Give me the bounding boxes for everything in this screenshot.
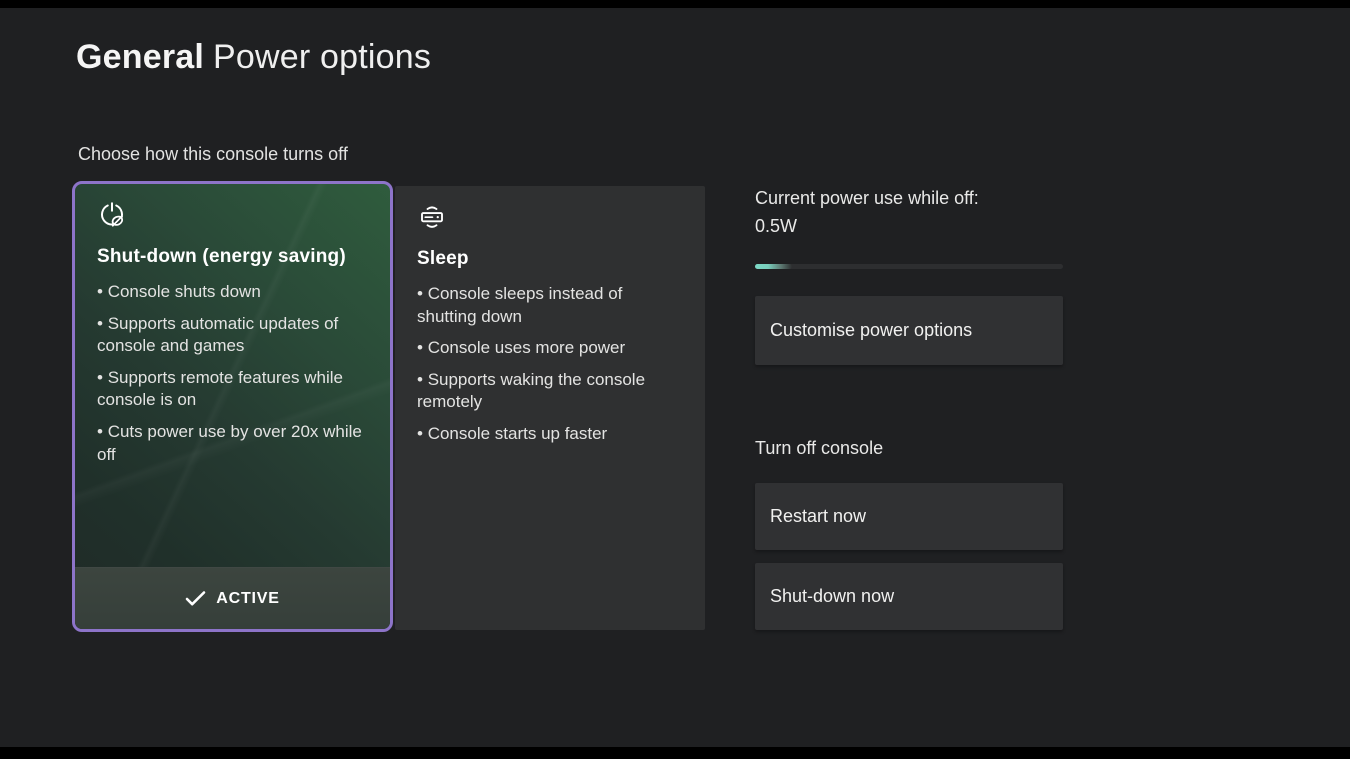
letterbox-top [0, 0, 1350, 8]
power-usage-meter [755, 264, 1063, 269]
shutdown-now-button[interactable]: Shut-down now [755, 563, 1063, 630]
card-sleep-content: Sleep Console sleeps instead of shutting… [395, 186, 705, 446]
card-shutdown-content: Shut-down (energy saving) Console shuts … [75, 184, 390, 466]
bullet-item: Console uses more power [417, 337, 683, 360]
page-title: GeneralPower options [76, 38, 431, 77]
power-usage-value: 0.5W [755, 212, 1063, 240]
restart-now-label: Restart now [770, 506, 866, 527]
active-badge-label: ACTIVE [216, 590, 279, 608]
active-badge: ACTIVE [75, 567, 390, 629]
check-icon [185, 590, 206, 607]
customise-power-options-label: Customise power options [770, 320, 972, 341]
bullet-item: Console starts up faster [417, 423, 683, 446]
shutdown-now-label: Shut-down now [770, 586, 894, 607]
card-shutdown-bullets: Console shuts down Supports automatic upd… [97, 281, 368, 466]
power-options-screen: GeneralPower options Choose how this con… [0, 0, 1350, 759]
restart-now-button[interactable]: Restart now [755, 483, 1063, 550]
bullet-item: Console sleeps instead of shutting down [417, 283, 683, 328]
power-leaf-icon [97, 200, 127, 230]
customise-power-options-button[interactable]: Customise power options [755, 296, 1063, 365]
power-usage-label: Current power use while off: [755, 184, 1063, 212]
bullet-item: Supports waking the console remotely [417, 369, 683, 414]
console-sleep-icon [417, 202, 447, 232]
bullet-item: Console shuts down [97, 281, 368, 304]
turn-off-console-label: Turn off console [755, 438, 883, 459]
card-shutdown-title: Shut-down (energy saving) [97, 246, 368, 268]
option-card-shutdown[interactable]: Shut-down (energy saving) Console shuts … [72, 181, 393, 632]
section-label: Choose how this console turns off [78, 144, 348, 165]
card-sleep-title: Sleep [417, 248, 683, 270]
letterbox-bottom [0, 747, 1350, 759]
option-card-sleep[interactable]: Sleep Console sleeps instead of shutting… [395, 186, 705, 630]
card-sleep-bullets: Console sleeps instead of shutting down C… [417, 283, 683, 446]
power-panel: Current power use while off: 0.5W Custom… [755, 184, 1063, 269]
page-title-section: General [76, 38, 204, 76]
bullet-item: Cuts power use by over 20x while off [97, 421, 368, 466]
bullet-item: Supports remote features while console i… [97, 367, 368, 412]
bullet-item: Supports automatic updates of console an… [97, 313, 368, 358]
page-title-subsection: Power options [213, 38, 431, 76]
power-usage-meter-fill [755, 264, 792, 269]
